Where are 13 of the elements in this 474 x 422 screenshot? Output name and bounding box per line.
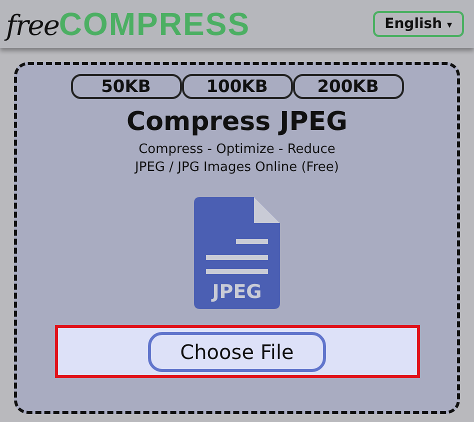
subtitle-text: JPEG / JPG Images Online (Free) [135,159,339,177]
logo-script-text: free [6,8,59,42]
subtitle-text: Compress - Optimize - Reduce [138,141,336,159]
document-icon [194,197,280,309]
language-dropdown[interactable]: English ▾ [372,11,464,37]
page-title: Compress JPEG [126,107,348,137]
size-button[interactable]: 200KB [292,74,404,99]
logo-text: COMPRESS [58,6,250,42]
drop-zone[interactable]: Choose File [54,325,420,378]
choose-file-button[interactable]: Choose File [148,332,326,372]
jpeg-label: JPEG [210,281,263,303]
size-button[interactable]: 100KB [182,74,292,99]
size-button[interactable]: 50KB [70,74,182,99]
